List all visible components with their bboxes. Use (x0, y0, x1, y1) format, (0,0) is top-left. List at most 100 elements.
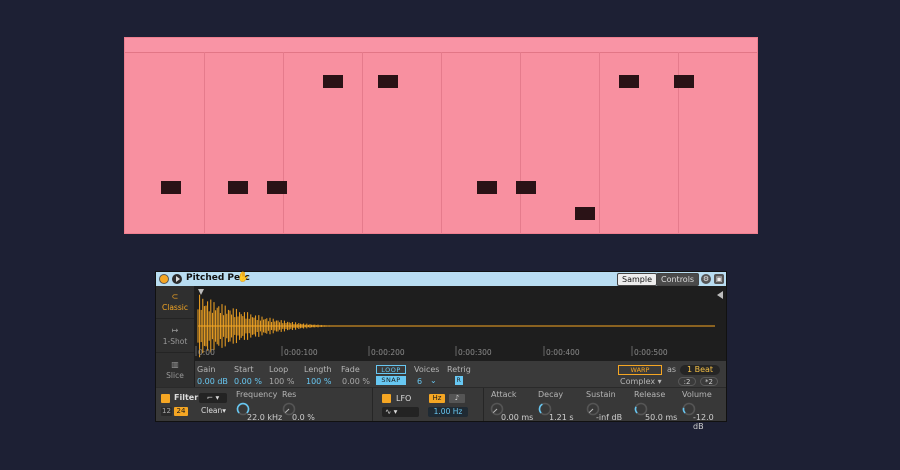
lfo-sync-toggle[interactable]: ♪ (449, 394, 465, 403)
lowpass-filter-icon: ⌐ ▾ (206, 393, 220, 402)
mode-classic-label: Classic (162, 303, 188, 312)
frequency-value: 22.0 kHz (247, 413, 283, 422)
voices-value[interactable]: 6 (417, 377, 422, 386)
bar-line (283, 52, 284, 233)
start-marker-icon (198, 289, 204, 295)
double-length-button[interactable]: *2 (700, 377, 718, 386)
sine-wave-icon: ∿ (385, 407, 392, 416)
length-value[interactable]: 100 % (306, 377, 331, 386)
mode-slice-label: Slice (166, 371, 184, 380)
device-menu-icon[interactable]: ⚙ (701, 274, 711, 284)
filter-circuit-select[interactable]: Clean▾ (199, 406, 231, 416)
playback-mode-selector: ⊂ Classic ↦ 1-Shot ▥ Slice (156, 286, 195, 387)
midi-note[interactable] (618, 74, 639, 88)
mode-classic[interactable]: ⊂ Classic (156, 286, 194, 319)
midi-note[interactable] (267, 180, 288, 194)
midi-note[interactable] (516, 180, 537, 194)
time-label-400: 0:00:400 (546, 348, 580, 357)
warp-beats-value[interactable]: 1 Beat (680, 365, 720, 375)
slice-icon: ▥ (171, 360, 179, 369)
time-label-100: 0:00:100 (284, 348, 318, 357)
lfo-label: LFO (396, 394, 412, 403)
length-label: Length (304, 365, 332, 374)
filter-label: Filter (174, 393, 199, 402)
tab-controls[interactable]: Controls (656, 273, 700, 286)
frequency-label: Frequency (236, 390, 278, 399)
warp-as-label: as (667, 365, 677, 374)
snap-toggle[interactable]: SNAP (376, 376, 406, 385)
midi-clip-piano-roll[interactable] (124, 37, 758, 234)
device-power-toggle[interactable] (159, 274, 169, 284)
midi-note[interactable] (377, 74, 398, 88)
time-label-500: 0:00:500 (634, 348, 668, 357)
loop-label: Loop (269, 365, 289, 374)
voices-dropdown-icon[interactable]: ⌄ (430, 376, 437, 385)
warp-toggle[interactable]: WARP (618, 365, 662, 375)
tab-sample[interactable]: Sample (617, 273, 657, 286)
res-value: 0.0 % (292, 413, 315, 422)
decay-label: Decay (538, 390, 564, 399)
mode-slice[interactable]: ▥ Slice (156, 354, 194, 387)
loop-value[interactable]: 100 % (269, 377, 294, 386)
fade-value[interactable]: 0.00 % (342, 377, 370, 386)
bar-line (441, 52, 442, 233)
release-value: 50.0 ms (645, 413, 678, 422)
device-save-icon[interactable]: ▣ (714, 274, 724, 284)
attack-label: Attack (491, 390, 517, 399)
mode-one-shot[interactable]: ↦ 1-Shot (156, 320, 194, 353)
preview-play-icon[interactable] (172, 274, 182, 284)
lfo-rate-value[interactable]: 1.00 Hz (428, 407, 468, 417)
half-length-button[interactable]: :2 (678, 377, 696, 386)
time-label-200: 0:00:200 (371, 348, 405, 357)
bar-line (520, 52, 521, 233)
retrig-toggle[interactable]: R (455, 376, 463, 385)
filter-enable-toggle[interactable] (161, 394, 170, 403)
start-label: Start (234, 365, 254, 374)
sustain-label: Sustain (586, 390, 616, 399)
attack-value: 0.00 ms (501, 413, 534, 422)
decay-value: 1.21 s (549, 413, 574, 422)
bar-line (599, 52, 600, 233)
classic-icon: ⊂ (171, 292, 179, 301)
gain-value[interactable]: 0.00 dB (197, 377, 228, 386)
device-titlebar[interactable]: Pitched Perc ✋ Sample Controls ⚙ ▣ (156, 272, 726, 286)
warp-mode-select[interactable]: Complex ▾ (620, 377, 662, 386)
time-label-300: 0:00:300 (458, 348, 492, 357)
bar-line (204, 52, 205, 233)
sustain-value: -inf dB (596, 413, 623, 422)
start-value[interactable]: 0.00 % (234, 377, 262, 386)
filter-slope-12[interactable]: 12 (161, 407, 172, 416)
midi-note[interactable] (227, 180, 248, 194)
time-label-0: 0:00 (198, 348, 215, 357)
warp-mode-value: Complex (620, 377, 656, 386)
end-marker-icon (717, 291, 723, 299)
retrig-label: Retrig (447, 365, 471, 374)
midi-note[interactable] (575, 207, 596, 220)
lfo-hz-toggle[interactable]: Hz (429, 394, 445, 403)
simpler-device: Pitched Perc ✋ Sample Controls ⚙ ▣ ⊂ Cla… (155, 271, 727, 431)
mode-one-shot-label: 1-Shot (162, 337, 188, 346)
clip-header-bar[interactable] (125, 38, 757, 53)
volume-label: Volume (682, 390, 712, 399)
voices-label: Voices (414, 365, 440, 374)
midi-note[interactable] (476, 180, 497, 194)
sample-waveform-display[interactable]: 0:00 0:00:100 0:00:200 0:00:300 0:00:400… (195, 286, 726, 361)
bar-line (362, 52, 363, 233)
filter-circuit-value: Clean (201, 406, 223, 415)
lfo-waveform-select[interactable]: ∿ ▾ (382, 407, 419, 417)
lfo-enable-toggle[interactable] (382, 394, 391, 403)
gain-label: Gain (197, 365, 216, 374)
release-label: Release (634, 390, 666, 399)
volume-value: -12.0 dB (693, 413, 714, 431)
hand-icon: ✋ (237, 272, 250, 283)
midi-note[interactable] (322, 74, 343, 88)
filter-type-select[interactable]: ⌐ ▾ (199, 393, 227, 403)
midi-note[interactable] (674, 74, 695, 88)
fade-label: Fade (341, 365, 360, 374)
device-bottom-controls: Filter ⌐ ▾ 12 24 Clean▾ Frequency 22.0 k… (156, 387, 726, 431)
loop-toggle[interactable]: LOOP (376, 365, 406, 374)
filter-slope-24[interactable]: 24 (174, 407, 188, 416)
one-shot-icon: ↦ (171, 326, 179, 335)
res-label: Res (282, 390, 297, 399)
midi-note[interactable] (160, 180, 181, 194)
